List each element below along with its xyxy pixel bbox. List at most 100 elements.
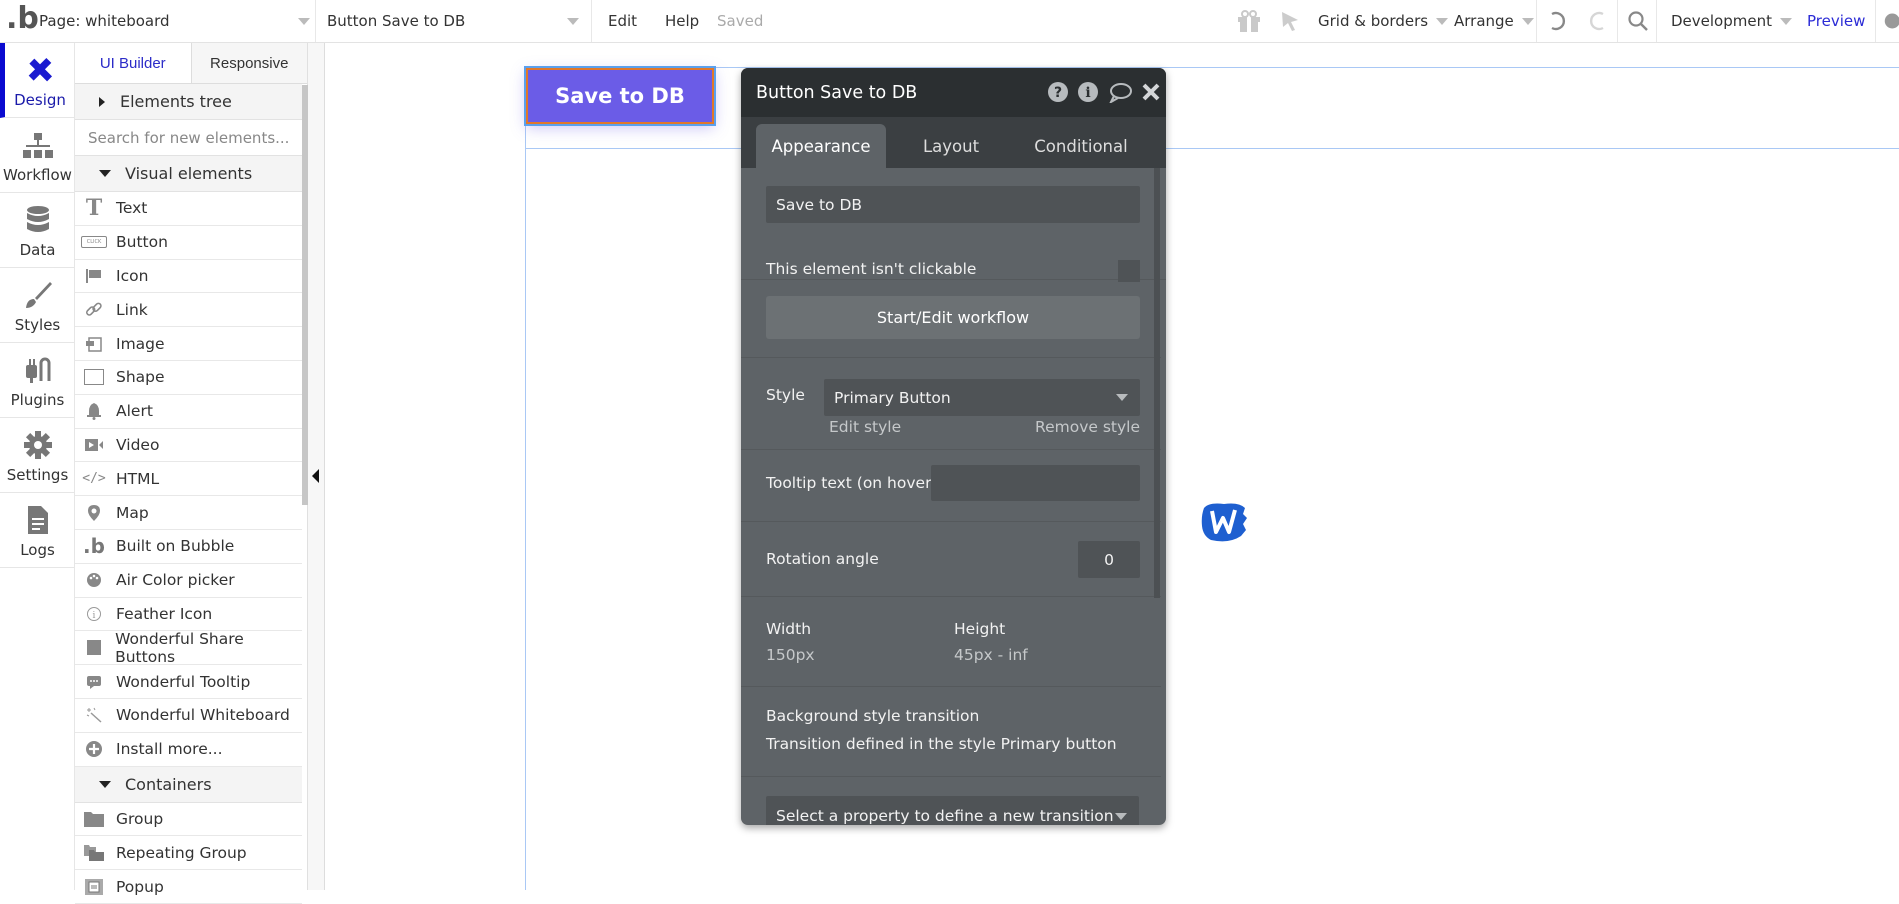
gift-icon[interactable] [1236,0,1262,42]
element-item-wonderful-whiteboard[interactable]: Wonderful Whiteboard [75,699,302,733]
element-item-link[interactable]: Link [75,293,302,328]
element-item-repeating-group[interactable]: Repeating Group [75,836,302,871]
tooltip-input[interactable] [931,465,1140,501]
edit-menu[interactable]: Edit [591,0,637,42]
button-icon: CLICK [81,231,107,253]
element-item-shape[interactable]: Shape [75,361,302,395]
element-item-install-more[interactable]: Install more... [75,733,302,767]
arrange-menu[interactable]: Arrange [1454,0,1534,42]
pointer-icon[interactable] [1280,0,1300,42]
height-value: 45px - inf [954,646,1028,664]
environment-selector[interactable]: Development [1656,0,1792,42]
element-item-built-on-bubble[interactable]: .b Built on Bubble [75,530,302,564]
element-item-wonderful-tooltip[interactable]: Wonderful Tooltip [75,665,302,699]
element-item-label: Air Color picker [116,571,235,590]
collapse-arrow-icon [312,469,319,483]
element-item-icon[interactable]: Icon [75,260,302,294]
property-editor-title: Button Save to DB [756,82,918,103]
save-status: Saved [717,12,764,30]
tab-ui-builder[interactable]: UI Builder [75,43,192,83]
property-tabs: Appearance Layout Conditional [741,117,1166,168]
containers-section[interactable]: Containers [75,766,302,803]
element-item-text[interactable]: T Text [75,192,302,226]
button-text-input[interactable]: Save to DB [766,186,1140,223]
style-dropdown[interactable]: Primary Button [824,379,1140,416]
element-item-button[interactable]: CLICK Button [75,226,302,260]
rail-item-plugins[interactable]: Plugins [0,343,75,418]
plug-icon [25,357,50,383]
element-item-popup[interactable]: Popup [75,870,302,904]
element-item-label: Shape [116,368,165,387]
element-search-input[interactable] [88,128,298,147]
rail-item-design[interactable]: Design [0,43,75,118]
caret-right-icon [99,96,105,107]
rail-item-logs[interactable]: Logs [0,493,75,568]
style-dropdown-value: Primary Button [834,388,951,407]
tab-layout[interactable]: Layout [886,124,1016,168]
property-editor-header[interactable]: Button Save to DB ? i [741,68,1166,117]
element-item-air-color-picker[interactable]: Air Color picker [75,564,302,598]
element-item-map[interactable]: Map [75,496,302,530]
element-item-group[interactable]: Group [75,803,302,837]
rotation-label: Rotation angle [766,550,879,568]
element-item-video[interactable]: Video [75,429,302,463]
close-icon[interactable] [1141,82,1161,102]
element-item-label: Wonderful Whiteboard [116,706,290,725]
not-clickable-checkbox[interactable] [1118,260,1140,282]
element-item-feather-icon[interactable]: i Feather Icon [75,598,302,632]
info-icon[interactable]: i [1077,81,1099,103]
search-icon[interactable] [1617,0,1657,42]
comment-icon[interactable] [1107,81,1133,103]
rail-item-workflow[interactable]: Workflow [0,118,75,193]
canvas-save-button[interactable]: Save to DB [524,66,716,126]
tab-appearance[interactable]: Appearance [756,124,886,168]
elements-tree-toggle[interactable]: Elements tree [75,84,302,120]
section-divider [741,596,1161,597]
start-edit-workflow-button[interactable]: Start/Edit workflow [766,296,1140,339]
environment-label: Development [1671,12,1772,30]
caret-down-icon [99,780,111,788]
collapse-panel-handle[interactable] [308,43,325,890]
visual-elements-section[interactable]: Visual elements [75,156,302,192]
gear-icon [23,431,52,459]
help-menu[interactable]: Help [665,0,699,42]
rail-label: Plugins [10,391,65,409]
elements-panel: UI Builder Responsive Elements tree Visu… [75,43,308,904]
transition-dropdown-placeholder: Select a property to define a new transi… [776,807,1114,825]
element-item-image[interactable]: Image [75,327,302,361]
remove-style-link[interactable]: Remove style [1035,418,1140,436]
elements-list: Elements tree Visual elements T Text CLICK… [75,84,302,904]
preview-link[interactable]: Preview [1807,0,1865,42]
edit-style-link[interactable]: Edit style [829,418,901,436]
redo-icon[interactable] [1578,0,1618,42]
avatar[interactable] [1875,0,1899,42]
bubble-logo[interactable]: .b [6,0,39,39]
element-item-label: Video [116,435,160,454]
width-label: Width [766,620,812,638]
wonderful-whiteboard-logo-icon[interactable] [1199,500,1249,544]
page-boundary [525,67,526,890]
width-value: 150px [766,646,815,664]
tab-conditional[interactable]: Conditional [1016,124,1146,168]
section-divider [741,776,1161,777]
info-circle-icon: i [81,603,107,625]
transition-property-dropdown[interactable]: Select a property to define a new transi… [766,796,1139,825]
element-item-wonderful-share-buttons[interactable]: Wonderful Share Buttons [75,630,302,666]
tab-responsive[interactable]: Responsive [191,43,307,83]
grid-borders-menu[interactable]: Grid & borders [1318,0,1449,42]
element-item-html[interactable]: </> HTML [75,462,302,497]
section-divider [741,449,1161,450]
rotation-input[interactable]: 0 [1078,541,1140,578]
rail-item-styles[interactable]: Styles [0,268,75,343]
rail-item-settings[interactable]: Settings [0,418,75,493]
page-selector[interactable]: Page: whiteboard [39,0,314,42]
property-editor-scrollbar[interactable] [1154,168,1160,598]
element-selector[interactable]: Button Save to DB [315,0,591,42]
help-icon[interactable]: ? [1047,81,1069,103]
rail-label: Data [19,241,56,259]
video-icon [81,434,107,456]
rail-label: Settings [6,466,69,484]
element-item-alert[interactable]: Alert [75,395,302,429]
rail-item-data[interactable]: Data [0,193,75,268]
undo-icon[interactable] [1536,0,1576,42]
